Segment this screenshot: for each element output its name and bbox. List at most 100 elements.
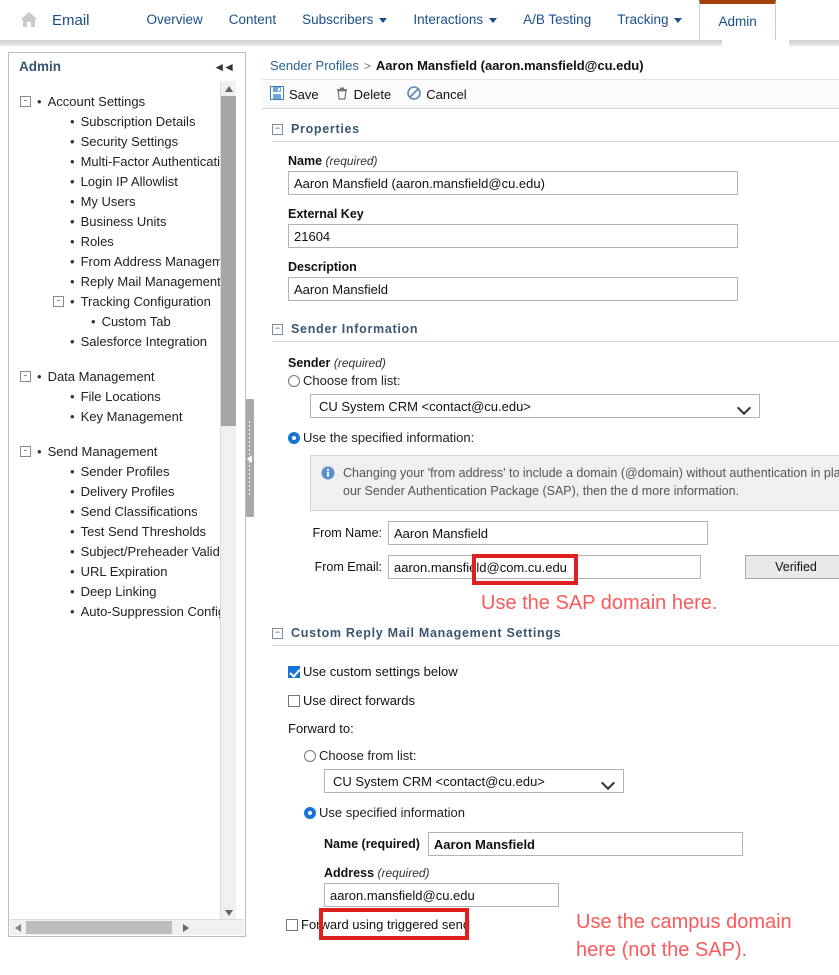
- sidebar-item-auto-suppression-configurat[interactable]: • Auto-Suppression Configurat: [10, 602, 224, 622]
- sidebar-item-key-management[interactable]: • Key Management: [10, 407, 224, 427]
- radio-choose-from-list[interactable]: [288, 374, 300, 387]
- sidebar-item-subject-preheader-validation[interactable]: • Subject/Preheader Validation: [10, 542, 224, 562]
- radio-forward-choose-from-list[interactable]: [304, 749, 316, 762]
- expand-collapse-icon[interactable]: -: [20, 371, 31, 382]
- nav-item-tracking[interactable]: Tracking: [604, 0, 695, 40]
- sender-use-specified-radio-row[interactable]: Use the specified information:: [262, 430, 839, 445]
- forward-triggered-send-row[interactable]: Forward using triggered send: [262, 917, 839, 932]
- properties-section-header[interactable]: − Properties: [262, 117, 839, 141]
- breadcrumb-root-link[interactable]: Sender Profiles: [270, 58, 359, 73]
- application-window: Email Overview Content Subscribers Inter…: [0, 0, 839, 975]
- name-input[interactable]: [288, 171, 738, 195]
- nav-item-subscribers[interactable]: Subscribers: [289, 0, 400, 40]
- forward-select-value: CU System CRM <contact@cu.edu>: [333, 773, 545, 789]
- checkbox-use-custom-settings[interactable]: [288, 665, 300, 678]
- use-custom-settings-row[interactable]: Use custom settings below: [262, 664, 839, 679]
- sidebar-horizontal-scrollbar[interactable]: [10, 919, 244, 935]
- scroll-up-arrow-icon[interactable]: [221, 81, 236, 96]
- nav-item-interactions[interactable]: Interactions: [400, 0, 510, 40]
- radio-use-specified-information[interactable]: [288, 431, 300, 444]
- sidebar-item-roles[interactable]: • Roles: [10, 232, 224, 252]
- sidebar-header: Admin ◄◄: [9, 53, 245, 80]
- sidebar-item-file-locations[interactable]: • File Locations: [10, 387, 224, 407]
- radio-label: Choose from list:: [319, 748, 417, 763]
- external-key-input[interactable]: [288, 224, 738, 248]
- bullet-icon: •: [70, 389, 75, 404]
- sender-choose-from-list-radio-row[interactable]: Choose from list:: [262, 373, 839, 388]
- expand-collapse-icon[interactable]: -: [53, 296, 64, 307]
- bullet-icon: •: [37, 369, 42, 384]
- expand-collapse-icon[interactable]: -: [20, 446, 31, 457]
- sidebar-item-reply-mail-management[interactable]: • Reply Mail Management: [10, 272, 224, 292]
- nav-underline: [0, 40, 839, 46]
- bullet-icon: •: [70, 154, 75, 169]
- sidebar-item-security-settings[interactable]: • Security Settings: [10, 132, 224, 152]
- from-name-input[interactable]: [388, 521, 708, 545]
- app-name: Email: [52, 11, 90, 29]
- from-email-input[interactable]: [388, 555, 702, 579]
- sidebar-item-login-ip-allowlist[interactable]: • Login IP Allowlist: [10, 172, 224, 192]
- sidebar-item-my-users[interactable]: • My Users: [10, 192, 224, 212]
- delete-button[interactable]: Delete: [335, 86, 391, 103]
- divider: [272, 141, 839, 142]
- sidebar-item-test-send-thresholds[interactable]: • Test Send Thresholds: [10, 522, 224, 542]
- sidebar-item-data-management[interactable]: - • Data Management: [10, 367, 224, 387]
- collapse-toggle-icon[interactable]: −: [272, 123, 283, 135]
- sidebar-item-from-address-management[interactable]: • From Address Management: [10, 252, 224, 272]
- description-label: Description: [288, 260, 357, 274]
- radio-forward-use-specified[interactable]: [304, 806, 316, 819]
- sidebar-item-send-management[interactable]: - • Send Management: [10, 442, 224, 462]
- panel-splitter-handle[interactable]: [246, 399, 254, 517]
- forward-choose-from-list-radio-row[interactable]: Choose from list:: [262, 748, 839, 763]
- sender-information-section-header[interactable]: − Sender Information: [262, 317, 839, 341]
- scrollbar-thumb-vertical[interactable]: [221, 96, 236, 426]
- save-button[interactable]: Save: [270, 85, 319, 103]
- forward-address-input[interactable]: [324, 883, 559, 907]
- sender-label-group: Sender (required): [262, 356, 839, 370]
- scrollbar-thumb-horizontal[interactable]: [26, 921, 172, 934]
- forward-name-input[interactable]: [427, 832, 743, 856]
- tree-group-gap: [10, 352, 224, 362]
- expand-collapse-icon[interactable]: -: [20, 96, 31, 107]
- chevron-down-icon: [489, 17, 498, 23]
- chevron-down-icon: [603, 778, 615, 785]
- nav-item-overview[interactable]: Overview: [134, 0, 216, 40]
- nav-item-admin[interactable]: Admin: [699, 0, 776, 40]
- scroll-down-arrow-icon[interactable]: [221, 905, 236, 920]
- forward-use-specified-radio-row[interactable]: Use specified information: [262, 805, 839, 820]
- description-input[interactable]: [288, 277, 738, 301]
- sidebar-item-delivery-profiles[interactable]: • Delivery Profiles: [10, 482, 224, 502]
- sidebar-item-tracking-configuration[interactable]: - • Tracking Configuration: [10, 292, 224, 312]
- collapse-toggle-icon[interactable]: −: [272, 323, 283, 335]
- sidebar-item-multi-factor-authentication[interactable]: • Multi-Factor Authentication: [10, 152, 224, 172]
- sidebar-item-label: Delivery Profiles: [80, 484, 175, 499]
- collapse-left-icon[interactable]: ◄◄: [213, 60, 237, 74]
- custom-reply-section-header[interactable]: − Custom Reply Mail Management Settings: [262, 621, 839, 645]
- sidebar-item-deep-linking[interactable]: • Deep Linking: [10, 582, 224, 602]
- sidebar-vertical-scrollbar[interactable]: [220, 81, 236, 920]
- sidebar-item-business-units[interactable]: • Business Units: [10, 212, 224, 232]
- external-key-label: External Key: [288, 207, 364, 221]
- sidebar-item-send-classifications[interactable]: • Send Classifications: [10, 502, 224, 522]
- scroll-right-arrow-icon[interactable]: [178, 920, 194, 935]
- checkbox-label: Forward using triggered send: [301, 917, 471, 932]
- sidebar-item-subscription-details[interactable]: • Subscription Details: [10, 112, 224, 132]
- sidebar-item-custom-tab[interactable]: • Custom Tab: [10, 312, 224, 332]
- sidebar-item-account-settings[interactable]: - • Account Settings: [10, 92, 224, 112]
- sidebar-item-salesforce-integration[interactable]: • Salesforce Integration: [10, 332, 224, 352]
- scroll-left-arrow-icon[interactable]: [10, 920, 26, 935]
- nav-item-content[interactable]: Content: [216, 0, 289, 40]
- forward-select[interactable]: CU System CRM <contact@cu.edu>: [324, 769, 624, 793]
- use-direct-forwards-row[interactable]: Use direct forwards: [262, 693, 839, 708]
- cancel-button[interactable]: Cancel: [407, 85, 467, 103]
- nav-item-ab-testing[interactable]: A/B Testing: [510, 0, 604, 40]
- checkbox-forward-using-triggered-send[interactable]: [286, 918, 298, 931]
- checkbox-use-direct-forwards[interactable]: [288, 694, 300, 707]
- home-icon[interactable]: [18, 9, 40, 31]
- collapse-toggle-icon[interactable]: −: [272, 627, 283, 639]
- sender-select[interactable]: CU System CRM <contact@cu.edu>: [310, 394, 760, 418]
- sidebar-item-sender-profiles[interactable]: • Sender Profiles: [10, 462, 224, 482]
- sidebar-item-url-expiration[interactable]: • URL Expiration: [10, 562, 224, 582]
- breadcrumb: Sender Profiles > Aaron Mansfield (aaron…: [262, 52, 839, 80]
- verified-button[interactable]: Verified: [745, 555, 839, 579]
